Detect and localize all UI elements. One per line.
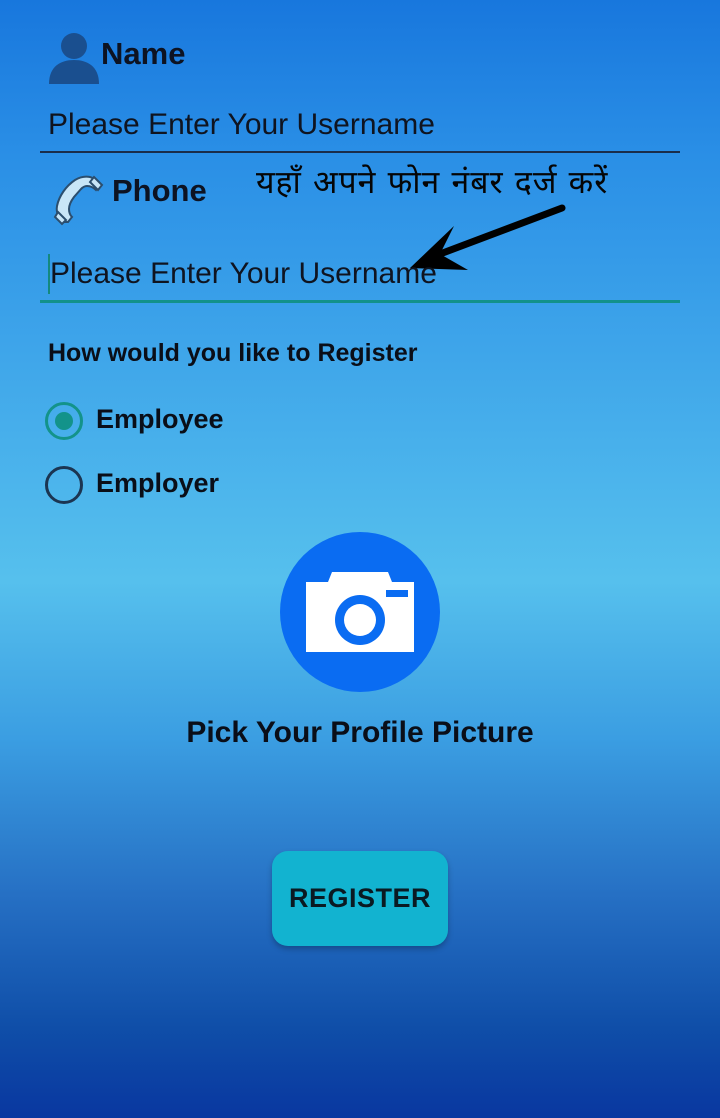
- phone-icon: [53, 175, 104, 226]
- register-button[interactable]: REGISTER: [272, 851, 448, 946]
- employee-radio-label[interactable]: Employee: [96, 404, 224, 435]
- username-input-underline: [40, 151, 680, 153]
- pick-profile-picture-label[interactable]: Pick Your Profile Picture: [0, 716, 720, 750]
- name-label: Name: [101, 36, 186, 71]
- employer-radio-label[interactable]: Employer: [96, 468, 219, 499]
- employee-radio[interactable]: [45, 402, 83, 440]
- phone-input[interactable]: Please Enter Your Username: [50, 257, 437, 291]
- radio-selected-dot: [55, 412, 73, 430]
- phone-label: Phone: [112, 173, 207, 208]
- employer-radio[interactable]: [45, 466, 83, 504]
- camera-icon: [306, 572, 414, 652]
- register-type-question: How would you like to Register: [48, 339, 418, 367]
- user-icon: [49, 33, 99, 84]
- phone-input-underline: [40, 300, 680, 303]
- username-input[interactable]: Please Enter Your Username: [48, 108, 435, 142]
